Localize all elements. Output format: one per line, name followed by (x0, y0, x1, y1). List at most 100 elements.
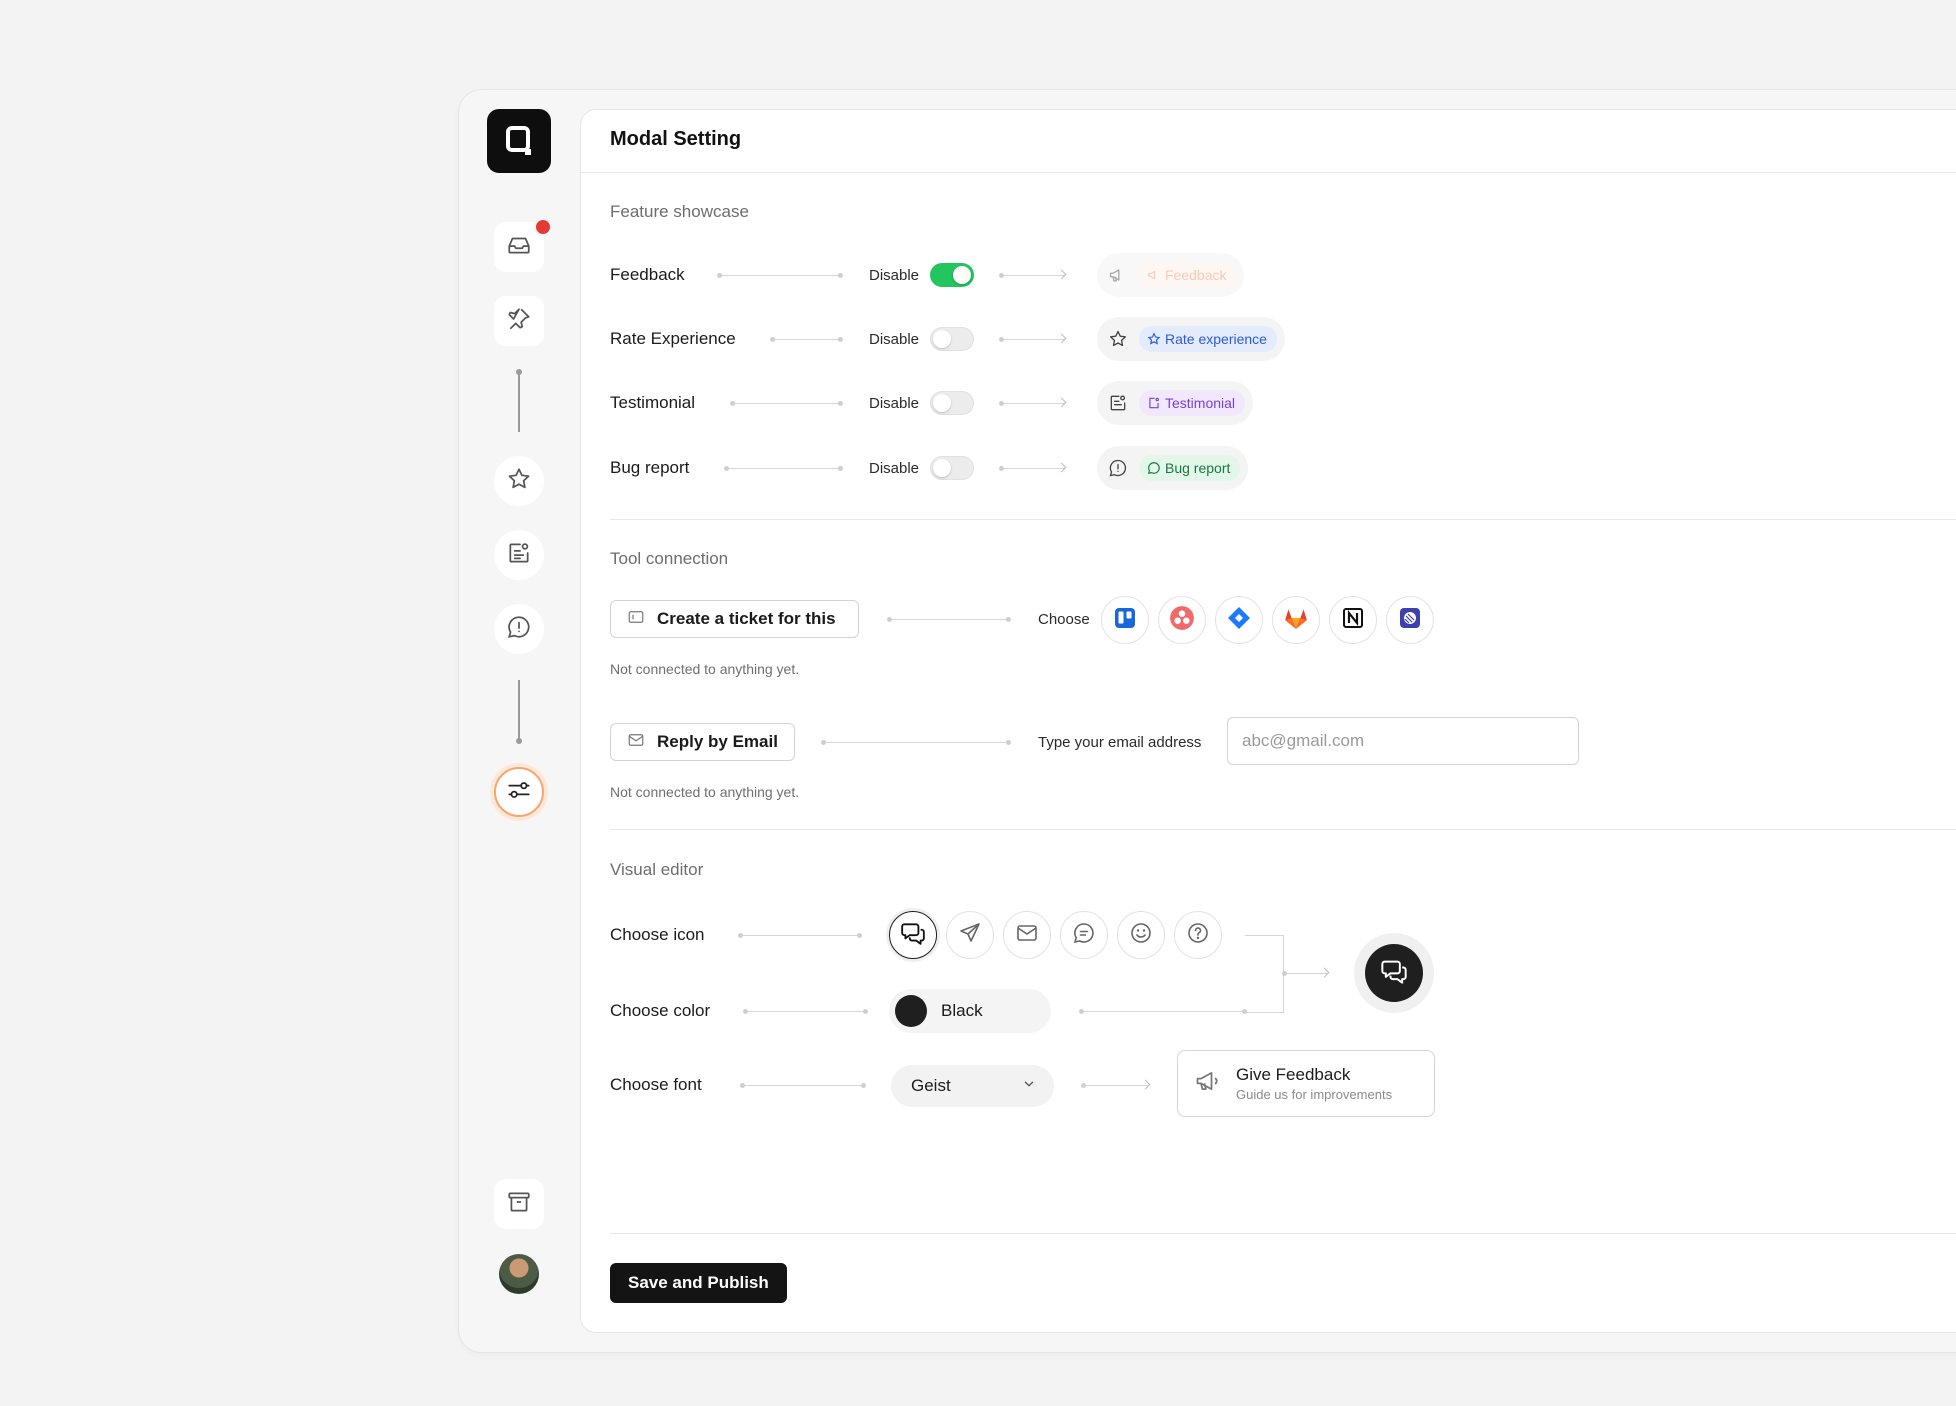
feedback-card-preview: Give Feedback Guide us for improvements (1177, 1050, 1435, 1117)
settings-button[interactable] (494, 767, 544, 817)
megaphone-icon (1194, 1067, 1222, 1100)
tool-notion[interactable] (1329, 596, 1377, 644)
section-divider (610, 829, 1956, 830)
connector-line (724, 466, 843, 471)
color-picker[interactable]: Black (889, 989, 1051, 1033)
connector-arrow (999, 273, 1065, 278)
gitlab-icon (1283, 605, 1309, 636)
tool-asana[interactable] (1158, 596, 1206, 644)
testimonial-toggle[interactable] (930, 391, 974, 415)
app-logo[interactable] (487, 109, 551, 173)
toggle-label: Disable (869, 331, 920, 348)
connector-arrow (1081, 1083, 1149, 1088)
chat-bubbles-icon (900, 920, 926, 951)
megaphone-icon (1107, 264, 1129, 286)
toggle-label: Disable (869, 460, 920, 477)
create-ticket-button[interactable]: Create a ticket for this (610, 600, 859, 638)
icon-option-message[interactable] (1060, 911, 1108, 959)
archive-button[interactable] (494, 1179, 544, 1229)
star-icon (506, 466, 532, 497)
choose-label: Choose (1038, 611, 1090, 628)
chat-bubbles-icon (1380, 957, 1408, 990)
email-field[interactable] (1227, 717, 1579, 765)
launcher-preview (1365, 944, 1423, 1002)
icon-option-chat[interactable] (889, 911, 937, 959)
toggle-label: Disable (869, 267, 920, 284)
ticket-hint: Not connected to anything yet. (610, 661, 800, 677)
font-value: Geist (911, 1076, 951, 1095)
connector-line (743, 1009, 868, 1014)
connector-line (518, 372, 520, 432)
connector-line (717, 273, 843, 278)
feedback-pill: Feedback (1139, 262, 1237, 288)
rate-experience-toggle[interactable] (930, 327, 974, 351)
testimonial-preview: Testimonial (1097, 381, 1254, 425)
help-icon (1186, 921, 1210, 950)
tool-jira[interactable] (1215, 596, 1263, 644)
email-label: Type your email address (1038, 734, 1202, 751)
message-icon (1072, 921, 1096, 950)
connector-line (730, 401, 843, 406)
rate-experience-preview: Rate experience (1097, 317, 1285, 361)
page-title: Modal Setting (610, 128, 742, 150)
section-title-tool-connection: Tool connection (610, 549, 729, 568)
connector-line (518, 680, 520, 740)
feature-label-bug-report: Bug report (610, 458, 690, 477)
save-and-publish-button[interactable]: Save and Publish (610, 1263, 787, 1303)
rate-experience-pill: Rate experience (1139, 326, 1277, 352)
connector-arrow (1282, 971, 1328, 976)
card-subtitle: Guide us for improvements (1236, 1087, 1393, 1102)
bug-report-button[interactable] (494, 604, 544, 654)
mail-icon (627, 731, 645, 754)
section-title-visual-editor: Visual editor (610, 860, 704, 879)
icon-option-help[interactable] (1174, 911, 1222, 959)
notification-dot (534, 218, 552, 236)
rate-button[interactable] (494, 456, 544, 506)
connector-line (821, 740, 1011, 745)
testimonial-button[interactable] (494, 530, 544, 580)
icon-option-mail[interactable] (1003, 911, 1051, 959)
font-select[interactable]: Geist (891, 1065, 1054, 1107)
notion-icon (1341, 606, 1365, 635)
bug-report-toggle[interactable] (930, 456, 974, 480)
section-divider (610, 519, 1956, 520)
tool-gitlab[interactable] (1272, 596, 1320, 644)
icon-option-send[interactable] (946, 911, 994, 959)
smile-icon (1129, 921, 1153, 950)
chat-alert-icon (1147, 462, 1160, 475)
connector-line (740, 1083, 866, 1088)
chevron-down-icon (1022, 1076, 1036, 1096)
choose-font-label: Choose font (610, 1075, 702, 1094)
connector-arrow (999, 337, 1065, 342)
rate-experience-pill-label: Rate experience (1165, 331, 1267, 347)
testimonial-icon (1107, 392, 1129, 414)
choose-color-label: Choose color (610, 1001, 711, 1020)
reply-by-email-button[interactable]: Reply by Email (610, 723, 795, 761)
feature-label-rate-experience: Rate Experience (610, 329, 736, 348)
bug-report-pill: Bug report (1139, 455, 1241, 481)
icon-option-smile[interactable] (1117, 911, 1165, 959)
testimonial-icon (506, 540, 532, 571)
pin-button[interactable] (494, 296, 544, 346)
sliders-icon (506, 777, 532, 808)
connector-dot (516, 738, 522, 744)
tool-trello[interactable] (1101, 596, 1149, 644)
mail-icon (1015, 921, 1039, 950)
trello-icon (1113, 606, 1137, 635)
feedback-toggle[interactable] (930, 263, 974, 287)
header-divider (581, 172, 1956, 173)
tool-linear[interactable] (1386, 596, 1434, 644)
star-icon (1107, 328, 1129, 350)
linear-icon (1398, 606, 1422, 635)
color-value: Black (941, 1001, 983, 1020)
email-hint: Not connected to anything yet. (610, 784, 800, 800)
connector-line (887, 617, 1011, 622)
pin-icon (506, 306, 532, 337)
avatar[interactable] (499, 1254, 539, 1294)
testimonial-pill: Testimonial (1139, 390, 1246, 416)
connector-arrow (999, 466, 1065, 471)
asana-icon (1169, 605, 1195, 636)
connector-line (738, 933, 862, 938)
chat-alert-icon (1107, 457, 1129, 479)
connector-line (770, 337, 843, 342)
